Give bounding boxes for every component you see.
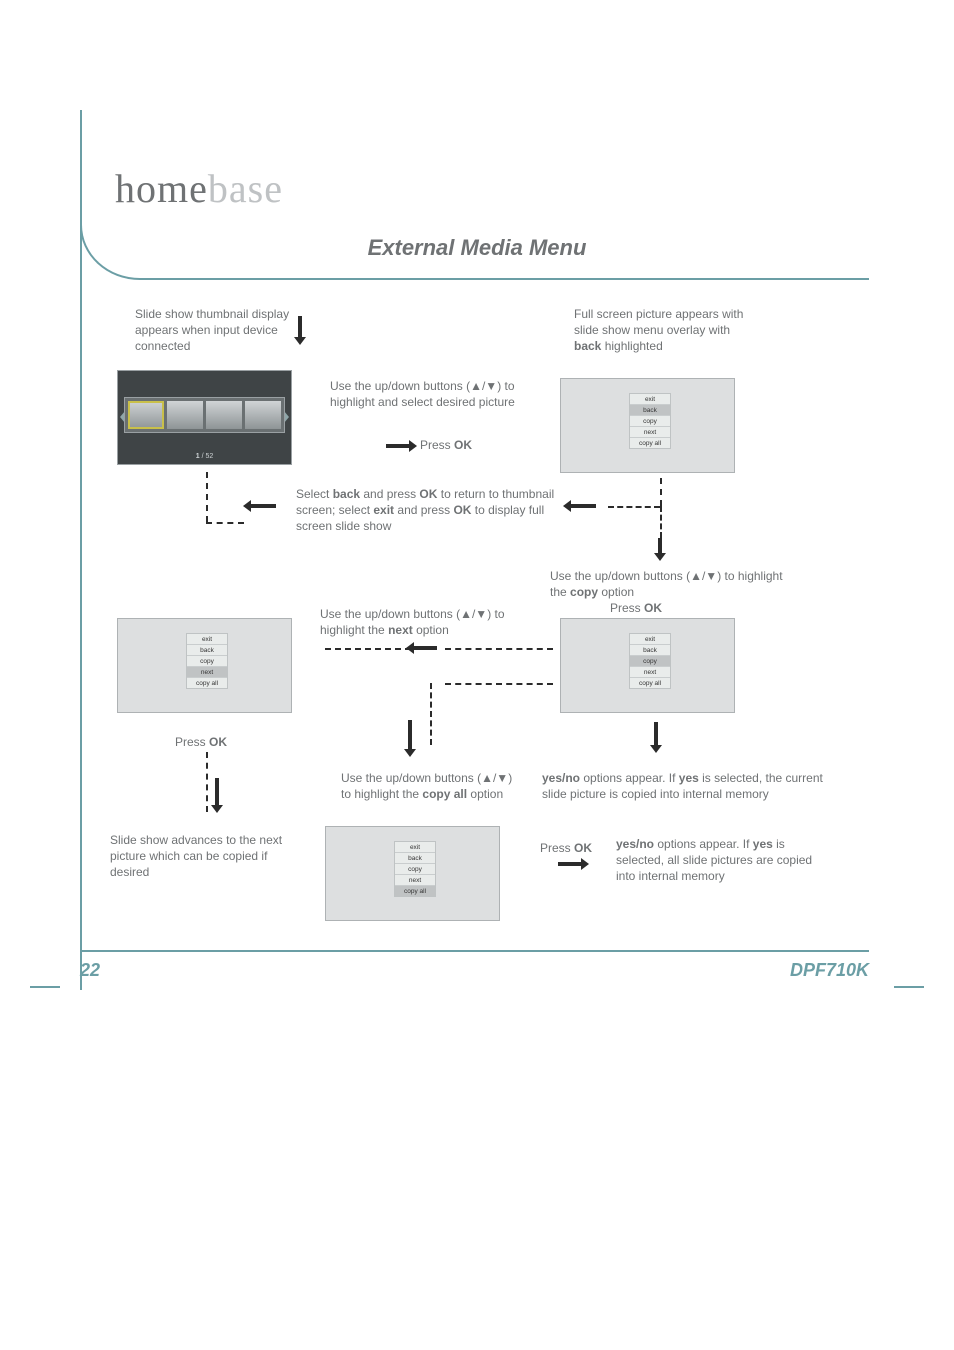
menu-item-copyall: copy all — [395, 885, 435, 896]
arrow-right-icon — [558, 862, 582, 866]
thumbnail-item — [128, 401, 164, 429]
menu-item-next: next — [630, 426, 670, 437]
menu-frame-back: exit back copy next copy all — [560, 378, 735, 473]
arrow-down-icon — [298, 316, 302, 338]
footer-tick-left — [30, 986, 60, 988]
model-number: DPF710K — [790, 960, 869, 981]
caption-select-picture: Use the up/down buttons (▲/▼) to highlig… — [330, 378, 540, 410]
dashed-connector — [325, 648, 411, 650]
arrow-right-icon — [386, 444, 410, 448]
caption-highlight-next: Use the up/down buttons (▲/▼) to highlig… — [320, 606, 535, 638]
thumbnail-frame: 1 / 52 — [117, 370, 292, 465]
press-ok-4: Press OK — [540, 840, 592, 856]
menu-item-copyall: copy all — [630, 677, 670, 688]
thumbnail-bar — [124, 397, 285, 433]
thumbnail-item — [167, 401, 203, 429]
page-title: External Media Menu — [0, 235, 954, 261]
brand-wordmark: homebase — [115, 165, 283, 212]
menu-item-copy: copy — [395, 863, 435, 874]
menu-item-copyall: copy all — [630, 437, 670, 448]
menu-item-next: next — [630, 666, 670, 677]
arrow-left-icon — [413, 646, 437, 650]
menu-item-next: next — [187, 666, 227, 677]
dashed-connector — [660, 506, 662, 538]
caption-highlight-copyall: Use the up/down buttons (▲/▼) to highlig… — [341, 770, 516, 802]
menu-item-back: back — [395, 852, 435, 863]
caption-fullscreen-back: Full screen picture appears with slide s… — [574, 306, 759, 355]
menu-frame-copyall: exit back copy next copy all — [325, 826, 500, 921]
caption-highlight-copy: Use the up/down buttons (▲/▼) to highlig… — [550, 568, 795, 600]
content-area: Slide show thumbnail display appears whe… — [110, 300, 850, 950]
pager-total: 52 — [205, 453, 213, 460]
dashed-connector — [430, 683, 432, 745]
menu-item-copy: copy — [630, 415, 670, 426]
caption-slide-advance: Slide show advances to the next picture … — [110, 832, 290, 881]
thumbnail-item — [245, 401, 281, 429]
dashed-connector — [445, 648, 553, 650]
press-ok-1: Press OK — [420, 437, 472, 453]
dashed-connector — [206, 522, 244, 524]
menu-item-exit: exit — [630, 394, 670, 404]
caption-thumbnail-intro: Slide show thumbnail display appears whe… — [135, 306, 290, 355]
caption-yesno-all: yes/no options appear. If yes is selecte… — [616, 836, 821, 885]
press-ok-3: Press OK — [175, 734, 227, 750]
menu-item-exit: exit — [395, 842, 435, 852]
footer-tick-right — [894, 986, 924, 988]
caption-yesno-single: yes/no options appear. If yes is selecte… — [542, 770, 832, 802]
menu-box: exit back copy next copy all — [186, 633, 228, 689]
arrow-left-icon — [570, 504, 596, 508]
pager: 1 / 52 — [118, 453, 291, 460]
arrow-down-icon — [408, 720, 412, 750]
dashed-connector — [206, 752, 208, 812]
footer-rule — [80, 950, 869, 952]
press-ok-2: Press OK — [610, 600, 662, 616]
menu-box: exit back copy next copy all — [629, 393, 671, 449]
arrow-left-icon — [250, 504, 276, 508]
page-number: 22 — [80, 960, 100, 981]
menu-box: exit back copy next copy all — [629, 633, 671, 689]
menu-box: exit back copy next copy all — [394, 841, 436, 897]
thumbnail-item — [206, 401, 242, 429]
menu-frame-copy: exit back copy next copy all — [560, 618, 735, 713]
brand-a: home — [115, 166, 208, 211]
caption-back-exit: Select back and press OK to return to th… — [296, 486, 561, 535]
dashed-connector — [608, 506, 660, 508]
menu-item-back: back — [630, 404, 670, 415]
arrow-down-icon — [658, 538, 662, 554]
dashed-connector — [206, 472, 208, 522]
page-top-rule — [150, 278, 869, 280]
menu-item-copy: copy — [187, 655, 227, 666]
menu-item-next: next — [395, 874, 435, 885]
menu-item-back: back — [187, 644, 227, 655]
arrow-down-icon — [215, 778, 219, 806]
dashed-connector — [445, 683, 553, 685]
menu-item-back: back — [630, 644, 670, 655]
brand-b: base — [208, 166, 283, 211]
menu-frame-next: exit back copy next copy all — [117, 618, 292, 713]
menu-item-exit: exit — [630, 634, 670, 644]
menu-item-copyall: copy all — [187, 677, 227, 688]
menu-item-copy: copy — [630, 655, 670, 666]
dashed-connector — [660, 478, 662, 506]
menu-item-exit: exit — [187, 634, 227, 644]
arrow-down-icon — [654, 722, 658, 746]
